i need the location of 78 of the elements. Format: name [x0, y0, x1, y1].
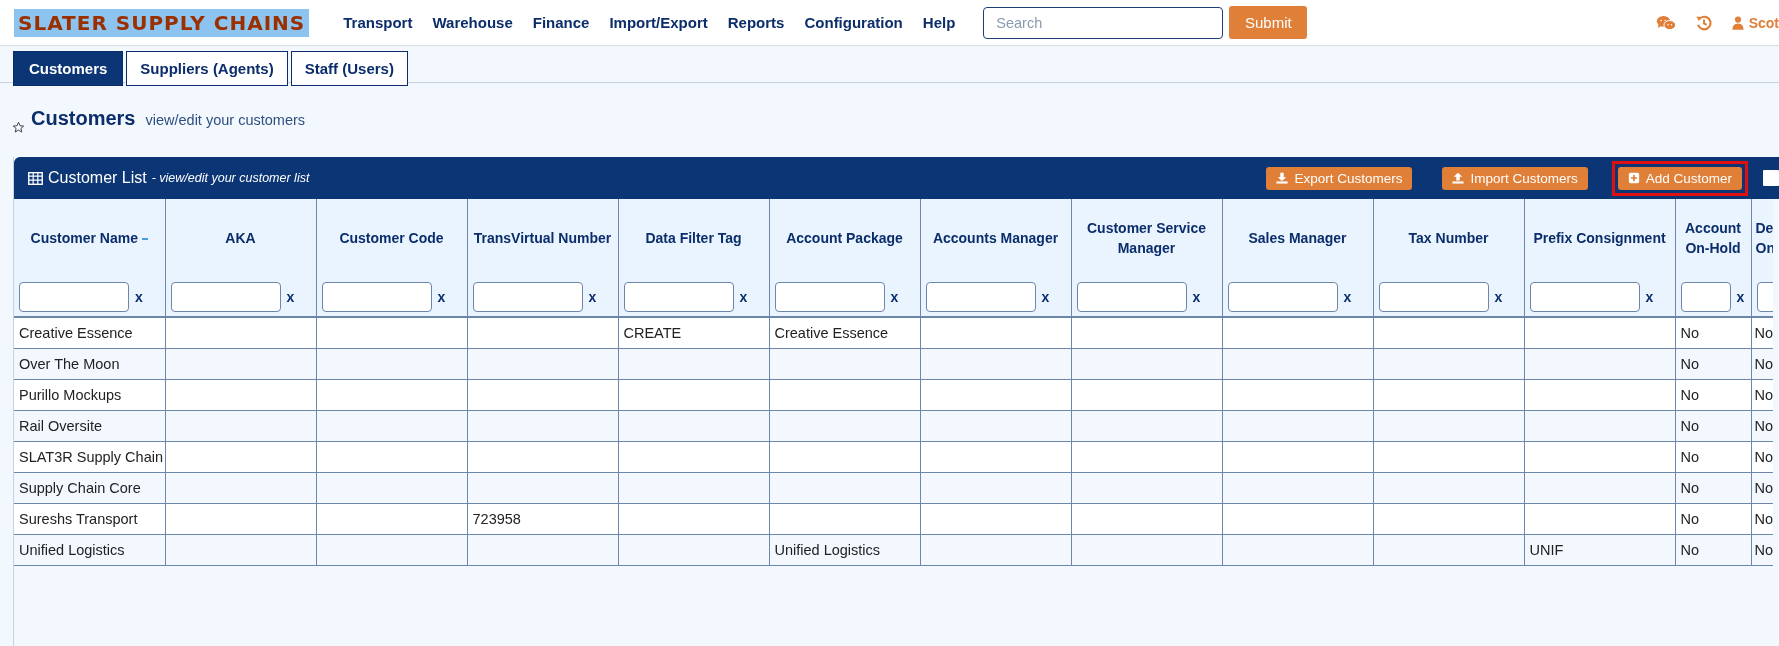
filter-field[interactable]	[170, 281, 281, 312]
table-cell: No	[1680, 386, 1700, 403]
table-cell: SLAT3R Supply Chain	[19, 448, 163, 465]
filter-field[interactable]	[1076, 281, 1187, 312]
nav-link[interactable]: Help	[922, 14, 956, 31]
filter-field[interactable]	[472, 281, 583, 312]
plus-square-icon	[1627, 172, 1640, 184]
user-icon	[1731, 15, 1744, 30]
table-cell: Creative Essence	[19, 324, 133, 341]
table-cell: No	[1754, 355, 1773, 372]
upload-icon	[1452, 172, 1465, 184]
table-icon	[28, 171, 43, 185]
filter-field[interactable]	[321, 281, 432, 312]
table-cell: No	[1680, 479, 1700, 496]
filter-field[interactable]	[19, 281, 129, 312]
filter-field[interactable]	[1227, 281, 1338, 312]
table-cell: Supply Chain Core	[19, 479, 141, 496]
filter-field[interactable]	[1680, 281, 1731, 312]
table-cell: Rail Oversite	[19, 417, 102, 434]
checkbox[interactable]	[1763, 170, 1779, 186]
clear-filter-button[interactable]: x	[1041, 288, 1050, 305]
table-cell: No	[1680, 541, 1700, 558]
table-cell: No	[1680, 510, 1700, 527]
clear-filter-button[interactable]: x	[1192, 288, 1201, 305]
filter-field[interactable]	[774, 281, 885, 312]
column-header[interactable]: Customer Name	[14, 199, 165, 277]
table-cell: No	[1680, 355, 1700, 372]
table-cell: Creative Essence	[774, 324, 889, 341]
nav-link[interactable]: Configuration	[804, 14, 903, 31]
panel-subtitle: - view/edit your customer list	[151, 171, 310, 185]
download-icon	[1276, 172, 1289, 184]
panel-title: Customer List	[48, 169, 147, 187]
table-cell: No	[1754, 448, 1773, 465]
table-cell: Purillo Mockups	[19, 386, 122, 403]
clear-filter-button[interactable]: x	[1736, 288, 1745, 305]
tab[interactable]: Staff (Users)	[290, 51, 408, 86]
table-cell: No	[1680, 324, 1700, 341]
table-cell: No	[1754, 479, 1773, 496]
table-cell: Unified Logistics	[774, 541, 881, 558]
table-cell: UNIF	[1529, 541, 1564, 558]
filter-field[interactable]	[1378, 281, 1489, 312]
clear-filter-button[interactable]: x	[739, 288, 748, 305]
table-cell: Sureshs Transport	[19, 510, 138, 527]
tab[interactable]: Suppliers (Agents)	[126, 51, 288, 86]
nav-link[interactable]: Warehouse	[432, 14, 513, 31]
table-cell: No	[1754, 510, 1773, 527]
clear-filter-button[interactable]: x	[1343, 288, 1352, 305]
table-cell: No	[1754, 417, 1773, 434]
table-cell: No	[1754, 386, 1773, 403]
star-icon[interactable]	[12, 120, 25, 134]
clear-filter-button[interactable]: x	[135, 288, 143, 305]
clear-filter-button[interactable]: x	[286, 288, 295, 305]
table-cell: Unified Logistics	[19, 541, 125, 558]
page-title: Customers	[31, 107, 136, 130]
page-subtitle: view/edit your customers	[145, 112, 306, 128]
logo[interactable]: SLATER SUPPLY CHAINS	[14, 8, 310, 37]
table-cell: No	[1754, 324, 1773, 341]
clear-filter-button[interactable]: x	[588, 288, 597, 305]
filter-field[interactable]	[1529, 281, 1640, 312]
clear-filter-button[interactable]: x	[437, 288, 446, 305]
nav-link[interactable]: Finance	[532, 14, 590, 31]
chat-icon[interactable]	[1655, 13, 1676, 32]
clear-filter-button[interactable]: x	[1494, 288, 1503, 305]
nav-link[interactable]: Transport	[343, 14, 413, 31]
clear-filter-button[interactable]: x	[1645, 288, 1654, 305]
filter-field[interactable]	[623, 281, 734, 312]
table-cell: CREATE	[623, 324, 682, 341]
table-cell: No	[1754, 541, 1773, 558]
table-cell: No	[1680, 417, 1700, 434]
nav-link[interactable]: Import/Export	[609, 14, 708, 31]
search-field[interactable]: Search	[983, 6, 1224, 39]
clear-filter-button[interactable]: x	[890, 288, 899, 305]
tab[interactable]: Customers	[13, 51, 124, 86]
table-cell: 723958	[472, 510, 521, 527]
table-cell: No	[1680, 448, 1700, 465]
filter-field[interactable]	[925, 281, 1036, 312]
table-cell: Over The Moon	[19, 355, 120, 372]
nav-link[interactable]: Reports	[727, 14, 785, 31]
